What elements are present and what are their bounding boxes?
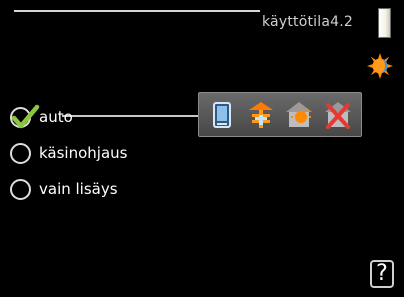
help-button[interactable]: ?: [370, 260, 394, 288]
tank-icon: [213, 101, 232, 128]
page-title: käyttötila4.2: [262, 14, 353, 30]
option-label: vain lisäys: [39, 180, 118, 198]
radio-auto[interactable]: [10, 104, 40, 128]
header-line: [14, 10, 260, 12]
sun-heating-icon: [367, 53, 393, 79]
additional-heat-icon: [248, 101, 273, 128]
mode-icon-bar: [198, 92, 362, 137]
selection-connector-line: [62, 115, 198, 117]
heating-icon: [286, 101, 313, 127]
radio-vain-lisays[interactable]: [10, 178, 31, 200]
option-label: käsinohjaus: [39, 144, 128, 162]
cooling-off-icon: [324, 101, 351, 129]
option-kasinohjaus[interactable]: käsinohjaus: [10, 141, 127, 165]
page-indicator-icon: [378, 8, 391, 38]
option-vain-lisays[interactable]: vain lisäys: [10, 177, 118, 201]
checkmark-icon: [11, 104, 40, 128]
help-icon: ?: [376, 261, 388, 286]
option-label: auto: [39, 108, 73, 126]
screen: käyttötila4.2 auto käsinohjaus vain lisä…: [0, 0, 404, 297]
radio-kasinohjaus[interactable]: [10, 142, 31, 164]
option-auto[interactable]: auto: [10, 104, 73, 129]
